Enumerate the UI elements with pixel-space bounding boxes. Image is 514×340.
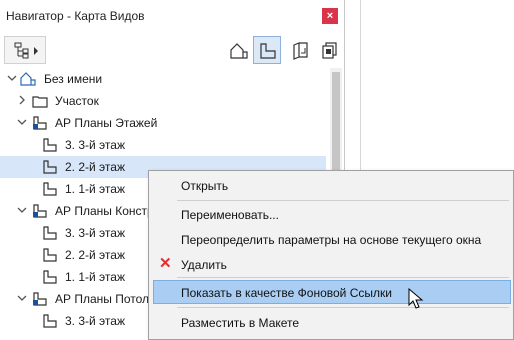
tree-row-label: 2. 2-й этаж [65, 160, 125, 174]
mouse-cursor-icon [408, 288, 424, 309]
menu-separator [177, 307, 509, 308]
expanded-arrow-icon[interactable] [6, 72, 18, 84]
menu-item-open[interactable]: Открыть [149, 174, 513, 198]
floor-plan-folder-icon [33, 116, 47, 130]
menu-separator [177, 200, 509, 201]
tree-dropdown-icon [14, 42, 38, 59]
tree-row-label: 1. 1-й этаж [65, 182, 125, 196]
floor-plan-view-icon [43, 182, 57, 196]
view-map-icon [260, 43, 276, 59]
floor-plan-view-icon [43, 270, 57, 284]
tree-row-view[interactable]: 3. 3-й этаж [0, 134, 330, 156]
view-map-button[interactable] [253, 36, 281, 64]
floor-plan-view-icon [43, 160, 57, 174]
menu-separator [177, 277, 509, 278]
tree-row-label: 3. 3-й этаж [65, 314, 125, 328]
ceiling-plan-folder-icon [33, 292, 47, 306]
tree-row-label: Участок [55, 94, 99, 108]
menu-item-rename[interactable]: Переименовать... [149, 203, 513, 227]
publisher-sets-button[interactable] [314, 36, 342, 64]
menu-item-label: Показать в качестве Фоновой Ссылки [181, 286, 392, 300]
menu-item-place-in-layout[interactable]: Разместить в Макете [149, 311, 513, 335]
floor-plan-folder-icon [33, 204, 47, 218]
expanded-arrow-icon[interactable] [16, 116, 28, 128]
tree-row-label: АР Планы Потолк [55, 292, 155, 306]
window-title: Навигатор - Карта Видов [6, 9, 145, 23]
menu-item-redefine[interactable]: Переопределить параметры на основе текущ… [149, 228, 513, 252]
layout-book-icon [293, 42, 308, 60]
menu-item-label: Открыть [181, 179, 229, 193]
floor-plan-view-icon [43, 248, 57, 262]
tree-row-label: АР Планы Этажей [55, 116, 158, 130]
tree-row-label: 3. 3-й этаж [65, 226, 125, 240]
tree-row-folder[interactable]: АР Планы Этажей [0, 112, 330, 134]
expanded-arrow-icon[interactable] [16, 292, 28, 304]
context-menu: Открыть Переименовать... Переопределить … [148, 170, 514, 340]
tree-row-label: АР Планы Констру [55, 204, 160, 218]
toolbar [0, 34, 344, 68]
floor-plan-view-icon [43, 138, 57, 152]
tree-row-label: Без имени [44, 72, 103, 86]
tree-row-site[interactable]: Участок [0, 90, 330, 112]
tree-row-label: 3. 3-й этаж [65, 138, 125, 152]
project-map-button[interactable] [224, 36, 252, 64]
menu-item-label: Переименовать... [181, 208, 279, 222]
menu-item-delete[interactable]: ✕ Удалить [149, 253, 513, 277]
title-bar: Навигатор - Карта Видов × [0, 0, 344, 30]
tree-dropdown-button[interactable] [4, 36, 46, 64]
close-button[interactable]: × [322, 8, 338, 24]
tree-row-label: 1. 1-й этаж [65, 270, 125, 284]
project-house-icon [20, 72, 36, 86]
folder-icon [32, 96, 48, 108]
tree-row-label: 2. 2-й этаж [65, 248, 125, 262]
expanded-arrow-icon[interactable] [16, 204, 28, 216]
tree-row-root[interactable]: Без имени [0, 68, 330, 90]
delete-x-icon: ✕ [159, 255, 172, 272]
menu-item-label: Удалить [181, 258, 227, 272]
menu-item-label: Переопределить параметры на основе текущ… [181, 233, 482, 247]
menu-item-label: Разместить в Макете [181, 316, 300, 330]
floor-plan-view-icon [43, 314, 57, 328]
layout-book-button[interactable] [285, 36, 313, 64]
project-map-icon [230, 43, 248, 59]
menu-item-show-as-trace-reference[interactable]: Показать в качестве Фоновой Ссылки [153, 280, 511, 304]
publisher-sets-icon [322, 42, 337, 59]
floor-plan-view-icon [43, 226, 57, 240]
collapsed-arrow-icon[interactable] [16, 94, 28, 106]
